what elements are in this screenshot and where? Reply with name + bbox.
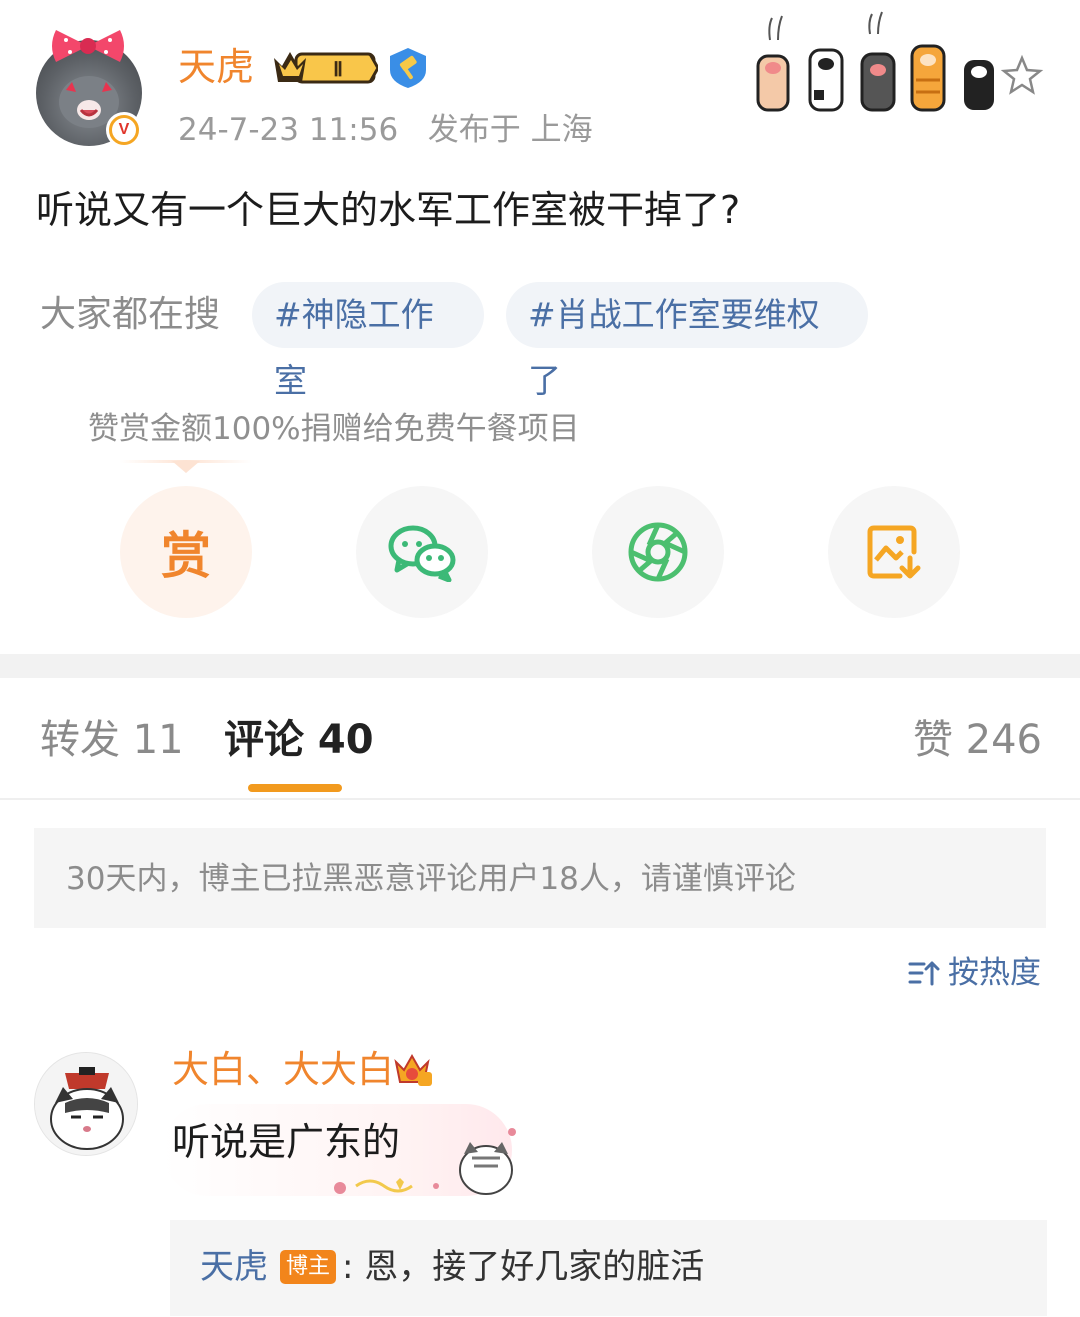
author-name[interactable]: 天虎	[178, 44, 254, 90]
cat-avatar-icon	[35, 1053, 137, 1155]
verified-mark: V	[112, 118, 136, 142]
post-timestamp: 24-7-23 11:56	[178, 112, 399, 148]
author-reply: 天虎 博主 : 恩，接了好几家的脏活	[200, 1244, 704, 1290]
notice-text: 30天内，博主已拉黑恶意评论用户18人，请谨慎评论	[66, 861, 796, 897]
tip-arrow	[172, 461, 200, 473]
tabs-divider	[0, 798, 1080, 800]
trending-tag[interactable]: #神隐工作室	[252, 282, 484, 400]
paw-decoration-icon	[756, 11, 1044, 112]
post-content: 听说又有一个巨大的水军工作室被干掉了?	[36, 188, 741, 232]
bow-icon	[52, 30, 124, 62]
save-image-icon	[867, 525, 921, 579]
wechat-icon	[388, 525, 456, 582]
level-text: Ⅱ	[333, 59, 343, 81]
commenter-avatar[interactable]	[34, 1052, 138, 1156]
post-meta: 24-7-23 11:56 发布于 上海	[178, 110, 593, 150]
cat-sticker-icon	[334, 1128, 516, 1195]
fan-crown-icon	[394, 1053, 432, 1086]
reply-user[interactable]: 天虎	[200, 1244, 268, 1290]
section-divider	[0, 654, 1080, 678]
post-location: 发布于 上海	[427, 112, 593, 148]
reward-button[interactable]: 赏	[120, 486, 252, 618]
trending-label: 大家都在搜	[40, 294, 221, 335]
share-wechat-button[interactable]	[356, 486, 488, 618]
active-tab-indicator	[248, 784, 342, 792]
sort-label: 按热度	[948, 955, 1041, 991]
reward-icon: 赏	[161, 527, 211, 585]
crown-level-badge: Ⅱ	[274, 52, 378, 84]
tab-likes[interactable]: 赞 246	[913, 712, 1042, 768]
op-badge: 博主	[280, 1250, 337, 1284]
reply-text: : 恩，接了好几家的脏活	[342, 1247, 705, 1287]
tab-comments[interactable]: 评论 40	[224, 712, 374, 768]
moments-icon	[628, 522, 688, 582]
save-image-button[interactable]	[828, 486, 960, 618]
gavel-badge-icon	[390, 48, 426, 88]
sort-icon	[908, 961, 940, 986]
trending-tag[interactable]: #肖战工作室要维权了	[506, 282, 868, 400]
sort-button[interactable]: 按热度	[908, 952, 1041, 994]
commenter-name[interactable]: 大白、大大白	[172, 1046, 394, 1094]
reward-tip: 赞赏金额100%捐赠给免费午餐项目	[88, 411, 580, 447]
verified-badge: V	[106, 112, 142, 148]
share-moments-button[interactable]	[592, 486, 724, 618]
tab-repost[interactable]: 转发 11	[40, 712, 184, 768]
